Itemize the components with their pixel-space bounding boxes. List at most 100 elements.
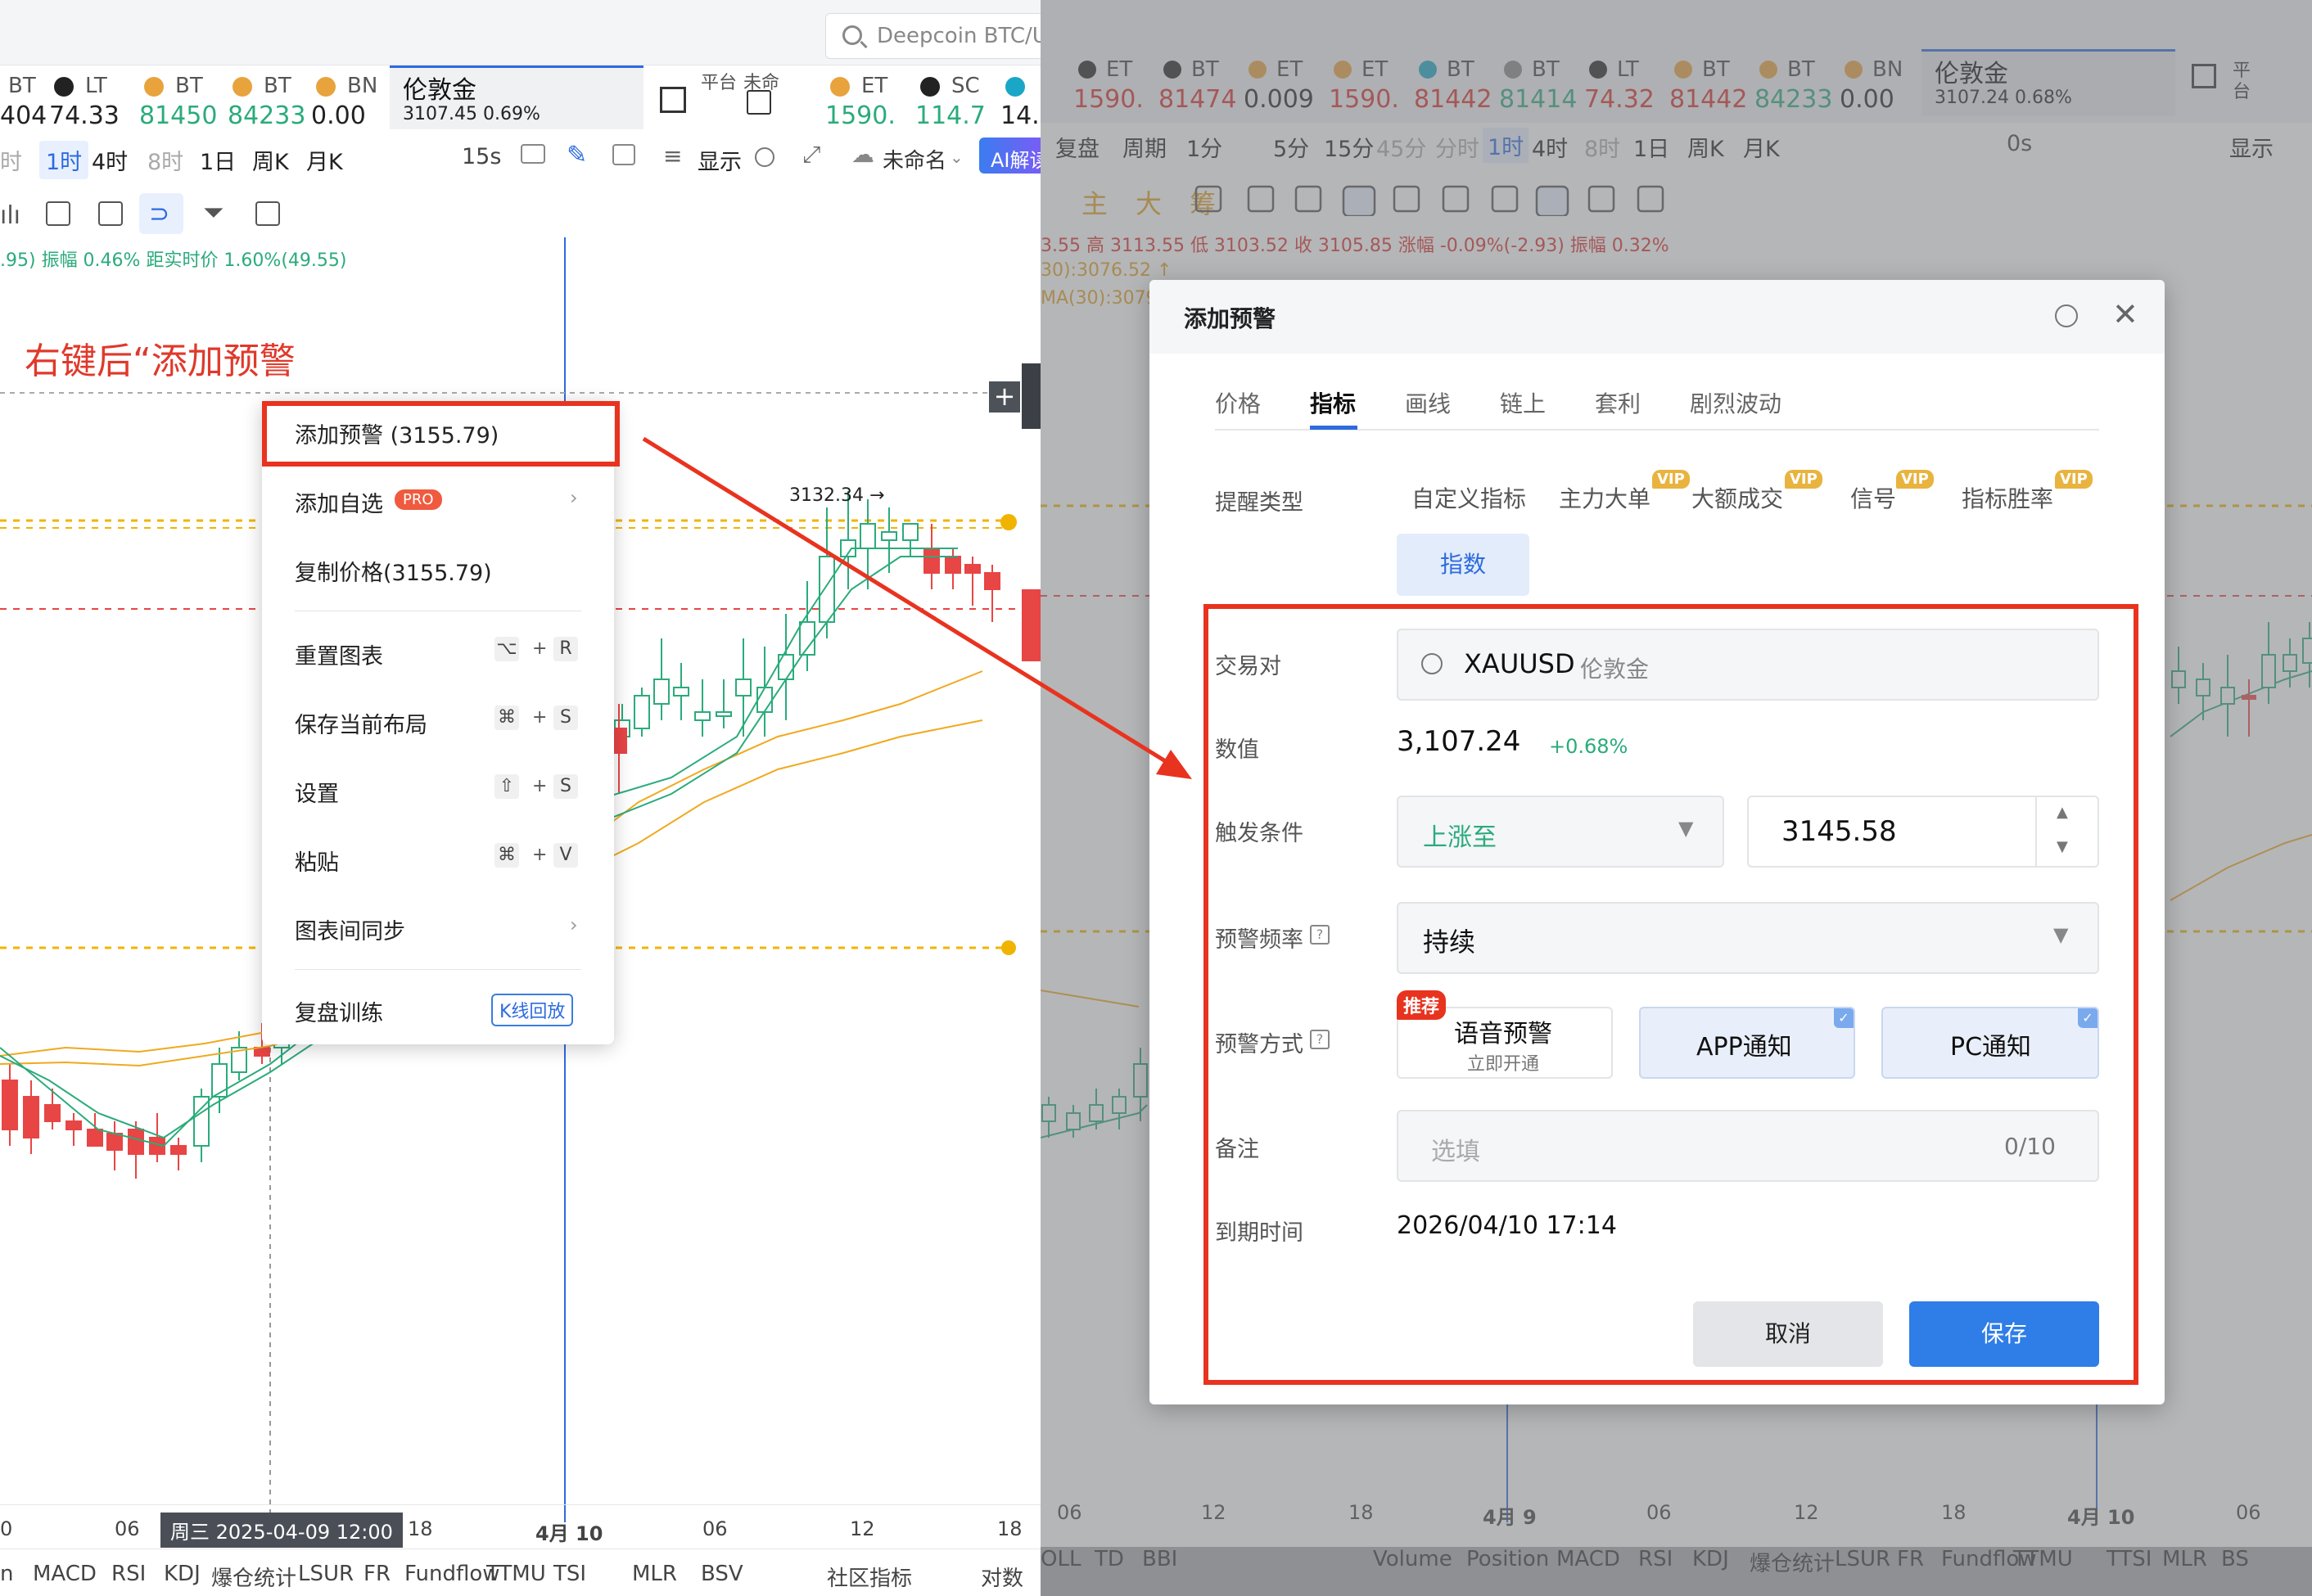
indicator-tab[interactable]: 社区指标 — [827, 1562, 912, 1592]
ticker-price: 14.0 — [1000, 101, 1041, 130]
indicator-tab[interactable]: MLR — [2162, 1547, 2207, 1571]
ticker-price: 74.33 — [49, 101, 120, 130]
drawing-tools[interactable] — [1188, 183, 2007, 216]
tab-arbitrage[interactable]: 套利 — [1595, 386, 1641, 419]
indicator-tab[interactable]: TTMU — [486, 1562, 546, 1586]
ticker-london-gold[interactable]: 伦敦金 3107.24 0.68% — [1921, 49, 2175, 116]
indicator-tab[interactable]: MLR — [632, 1562, 677, 1586]
grid-icon[interactable] — [2192, 64, 2216, 88]
indicator-tab[interactable]: 爆仓统计 — [211, 1562, 296, 1592]
indicator-tab[interactable]: 爆仓统计 — [1750, 1547, 1835, 1577]
type-custom-indicator[interactable]: 自定义指标 — [1411, 481, 1526, 514]
candle — [902, 523, 919, 541]
toolbar-item[interactable]: 1分 — [1186, 131, 1222, 163]
menu-save-layout[interactable]: 保存当前布局 — [295, 707, 427, 739]
indicator-tab[interactable]: FR — [364, 1562, 391, 1586]
indicator-tab[interactable]: 对数 — [981, 1562, 1023, 1592]
grid-icon[interactable] — [660, 87, 686, 113]
checkbox-icon[interactable] — [747, 90, 771, 115]
type-signal[interactable]: 信号 — [1850, 481, 1896, 514]
indicator-tab[interactable]: FR — [1897, 1547, 1924, 1571]
remind-type-label: 提醒类型 — [1215, 490, 1303, 516]
candle — [923, 548, 940, 574]
type-main-orders[interactable]: 主力大单 — [1559, 481, 1650, 514]
menu-chart-sync[interactable]: 图表间同步 — [295, 913, 405, 945]
bell-icon-lower — [1001, 940, 1016, 955]
indicator-tab[interactable]: OLL — [1041, 1547, 1081, 1571]
display-button[interactable]: 显示 — [2229, 131, 2274, 163]
toolbar-item[interactable]: 周期 — [1122, 131, 1167, 163]
tool-label[interactable]: 大 — [1136, 183, 1162, 221]
toolbar-item[interactable]: 周K — [1687, 131, 1724, 163]
bell-icon — [1000, 514, 1017, 530]
indicator-tab[interactable]: KDJ — [1692, 1547, 1729, 1571]
left-chart-panel: Deepcoin BTC/USD BT 404 LT 74.33 BT 81450 BT 84… — [0, 0, 1041, 1596]
menu-paste[interactable]: 粘贴 — [295, 845, 339, 877]
toolbar-item[interactable]: 4时 — [1532, 131, 1568, 163]
menu-reset-chart[interactable]: 重置图表 — [295, 638, 383, 670]
index-button[interactable]: 指数 — [1397, 534, 1529, 596]
toolbar-item[interactable]: 月K — [1743, 131, 1780, 163]
indicator-tab[interactable]: BSV — [701, 1562, 743, 1586]
indicator-tab[interactable]: MACD — [33, 1562, 97, 1586]
ticker-symbol: SC — [951, 74, 980, 98]
search-input[interactable]: Deepcoin BTC/USD — [825, 13, 1041, 59]
ticker-symbol: BT — [1191, 57, 1219, 82]
indicator-tab[interactable]: n — [0, 1562, 13, 1586]
menu-copy-price[interactable]: 复制价格(3155.79) — [295, 555, 492, 587]
indicator-tab[interactable]: KDJ — [164, 1562, 201, 1586]
indicator-tab[interactable]: Position — [1466, 1547, 1549, 1571]
indicator-tab[interactable]: RSI — [1638, 1547, 1673, 1571]
indicator-tab[interactable]: TTMU — [2013, 1547, 2073, 1571]
indicator-tab[interactable]: BBI — [1142, 1547, 1177, 1571]
type-win-rate[interactable]: 指标胜率 — [1962, 481, 2053, 514]
candle — [65, 1120, 82, 1130]
x-axis-label: 4月 9 — [1483, 1506, 1537, 1529]
toolbar-item[interactable]: 复盘 — [1055, 131, 1100, 163]
kline-replay-button[interactable]: K线回放 — [491, 994, 574, 1026]
ticker-price: 81474 — [1158, 85, 1237, 114]
tool-label[interactable]: 主 — [1081, 183, 1108, 221]
toolbar-item[interactable]: 分时 — [1435, 131, 1479, 163]
ticker-symbol: 平台 — [701, 73, 738, 93]
menu-replay-training[interactable]: 复盘训练 — [295, 995, 383, 1027]
indicator-tab[interactable]: TTSI — [2107, 1547, 2152, 1571]
candle — [673, 687, 689, 697]
toolbar-item[interactable]: 5分 — [1273, 131, 1309, 163]
toolbar-item[interactable]: 1日 — [1633, 131, 1669, 163]
coin-icon — [1589, 61, 1607, 79]
indicator-tab[interactable]: LSUR — [298, 1562, 354, 1586]
camera-icon[interactable] — [521, 144, 545, 164]
toolbar-item[interactable]: 15分 — [1324, 131, 1374, 163]
ticker-symbol: BT — [1447, 57, 1474, 82]
close-icon[interactable]: ✕ — [2112, 296, 2138, 332]
ticker-london-gold[interactable]: 伦敦金 3107.45 0.69% — [390, 65, 643, 129]
indicator-tab[interactable]: BS — [2221, 1547, 2249, 1571]
toolbar-item[interactable]: 1时 — [1483, 128, 1529, 163]
indicator-tab[interactable]: RSI — [111, 1562, 146, 1586]
settings-icon[interactable] — [2055, 304, 2078, 327]
indicator-tab[interactable]: MACD — [1556, 1547, 1620, 1571]
type-large-trades[interactable]: 大额成交 — [1691, 481, 1783, 514]
tab-volatility[interactable]: 剧烈波动 — [1690, 386, 1781, 419]
popout-icon[interactable] — [612, 144, 635, 165]
indicator-tab[interactable]: TD — [1095, 1547, 1124, 1571]
ticker-symbol: BT — [8, 74, 36, 98]
tab-indicator[interactable]: 指标 — [1310, 386, 1356, 419]
tab-price[interactable]: 价格 — [1215, 386, 1261, 419]
tab-drawing[interactable]: 画线 — [1405, 386, 1451, 419]
coin-icon — [1334, 61, 1352, 79]
menu-add-watchlist[interactable]: 添加自选 — [295, 486, 383, 518]
menu-settings[interactable]: 设置 — [295, 776, 339, 808]
candle — [799, 621, 815, 656]
toolbar-item[interactable]: 8时 — [1584, 131, 1620, 163]
ticker-symbol: BT — [264, 74, 291, 98]
indicator-tab[interactable]: TSI — [553, 1562, 586, 1586]
tab-onchain[interactable]: 链上 — [1500, 386, 1546, 419]
ticker-price: 1590. — [825, 101, 896, 130]
coin-icon — [1759, 61, 1777, 79]
indicator-tab[interactable]: LSUR — [1835, 1547, 1890, 1571]
x-axis-label: 06 — [1057, 1501, 1082, 1524]
indicator-tab[interactable]: Volume — [1373, 1547, 1452, 1571]
toolbar-item[interactable]: 45分 — [1376, 131, 1426, 163]
